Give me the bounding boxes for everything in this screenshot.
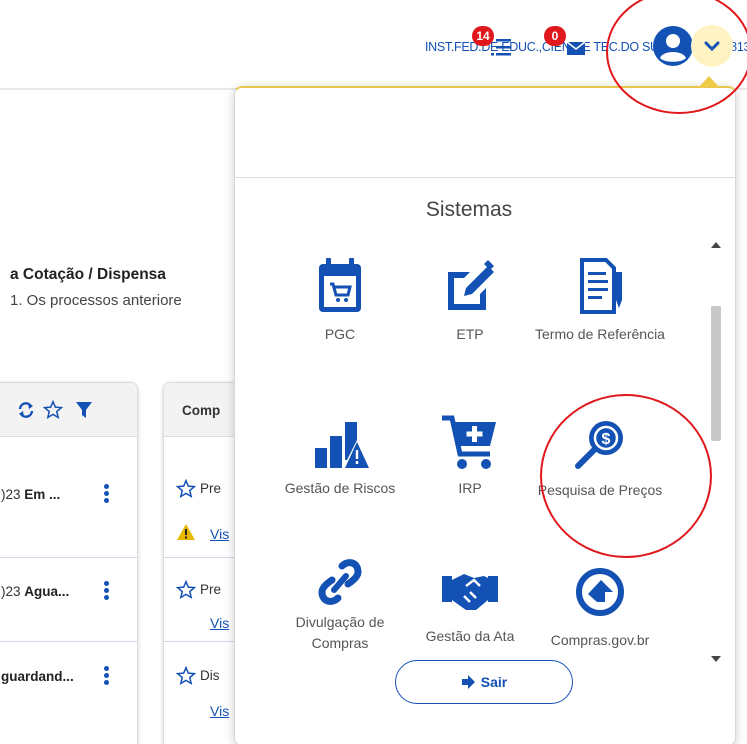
list-item[interactable]: )23 Em ... (1, 487, 60, 502)
star-icon[interactable] (176, 580, 196, 600)
more-options-icon[interactable] (104, 484, 110, 505)
refresh-icon[interactable] (17, 401, 35, 419)
system-label: PGC (324, 326, 356, 342)
panel-divider (235, 177, 735, 178)
messages-badge: 0 (544, 26, 566, 46)
system-item-irp[interactable]: IRP (405, 414, 535, 499)
system-item-pesquisa-precos[interactable]: $ Pesquisa de Preços (535, 418, 665, 501)
list-item[interactable]: guardand... (1, 669, 74, 684)
system-item-etp[interactable]: ETP (405, 258, 535, 345)
filter-icon[interactable] (75, 401, 93, 419)
risk-chart-icon (315, 422, 369, 468)
system-label: Termo de Referência (535, 326, 665, 342)
card-header-label: Comp (182, 403, 221, 418)
row-text: Pre (200, 481, 222, 496)
row-status: Em ... (24, 487, 61, 502)
system-label: ETP (456, 326, 484, 342)
card-header (0, 383, 137, 437)
system-item-pgc[interactable]: PGC (275, 258, 405, 345)
process-card-left: )23 Em ... )23 Agua... guardand... (0, 382, 138, 744)
scroll-up-arrow[interactable] (711, 242, 721, 248)
systems-heading: Sistemas (425, 198, 513, 221)
calendar-cart-icon (319, 258, 361, 312)
sign-out-icon (461, 675, 475, 689)
price-search-icon: $ (575, 421, 623, 469)
list-icon (491, 39, 511, 56)
warning-icon (177, 524, 195, 540)
more-options-icon[interactable] (104, 581, 110, 602)
system-label: Gestão da Ata (425, 628, 515, 644)
user-menu-toggle[interactable] (691, 25, 733, 67)
row-date: )23 (1, 487, 21, 502)
system-item-divulgacao-compras[interactable]: Divulgação de Compras (275, 558, 405, 654)
page: INST.FED.DE EDUC.,CIENC.E TEC.DO SUL DE … (0, 0, 747, 744)
system-label: Gestão de Riscos (284, 480, 396, 496)
messages-button[interactable]: 0 (544, 26, 594, 64)
tasks-badge: 14 (472, 26, 494, 46)
system-label: Divulgação de Compras (295, 614, 385, 651)
view-link[interactable]: Vis (210, 703, 229, 719)
scrollbar-thumb[interactable] (711, 306, 721, 441)
system-label: Compras.gov.br (550, 632, 650, 648)
view-link[interactable]: Vis (210, 615, 229, 631)
cart-plus-icon (442, 415, 496, 469)
row-divider (0, 557, 137, 558)
more-options-icon[interactable] (104, 666, 110, 687)
system-item-gestao-riscos[interactable]: Gestão de Riscos (275, 418, 405, 499)
tasks-button[interactable]: 14 (470, 26, 520, 64)
star-icon[interactable] (176, 666, 196, 686)
row-text: Dis (200, 668, 220, 683)
view-link[interactable]: Vis (210, 526, 229, 542)
envelope-icon (566, 41, 586, 55)
user-avatar-icon[interactable] (651, 24, 695, 68)
row-text: Pre (200, 582, 222, 597)
list-item[interactable]: )23 Agua... (1, 584, 69, 599)
handshake-icon (442, 574, 498, 610)
chevron-down-icon (704, 41, 720, 51)
document-pen-icon (580, 258, 622, 314)
row-status: guardand... (1, 669, 74, 684)
svg-text:$: $ (602, 431, 611, 448)
system-item-termo-referencia[interactable]: Termo de Referência (535, 258, 665, 345)
star-icon[interactable] (43, 400, 63, 420)
compras-logo-icon (576, 568, 624, 616)
row-status: Agua... (24, 584, 70, 599)
logout-label: Sair (480, 674, 508, 690)
star-icon[interactable] (176, 479, 196, 499)
page-subtitle: 1. Os processos anteriore (10, 292, 182, 309)
row-divider (0, 641, 137, 642)
row-date: )23 (1, 584, 21, 599)
scroll-down-arrow[interactable] (711, 656, 721, 662)
page-title: a Cotação / Dispensa (10, 266, 166, 283)
edit-icon (448, 260, 494, 310)
panel-caret (699, 76, 719, 87)
system-item-compras-gov[interactable]: Compras.gov.br (535, 568, 665, 651)
system-item-gestao-ata[interactable]: Gestão da Ata (405, 570, 535, 647)
logout-button[interactable]: Sair (395, 660, 573, 704)
system-label: IRP (458, 480, 482, 496)
link-icon (318, 559, 362, 605)
top-header: INST.FED.DE EDUC.,CIENC.E TEC.DO SUL DE … (0, 0, 747, 90)
system-label: Pesquisa de Preços (537, 482, 663, 498)
user-menu-panel: Sistemas PGC ETP Termo de Referência Ges… (234, 86, 736, 744)
